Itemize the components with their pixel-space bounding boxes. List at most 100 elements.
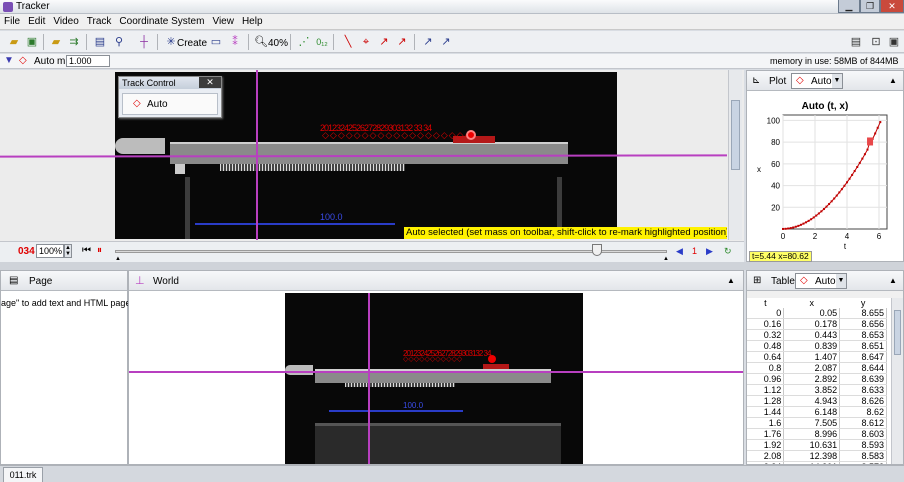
- table-cell[interactable]: 8.656: [839, 318, 887, 330]
- acceleration-icon[interactable]: ↗: [394, 34, 410, 50]
- table-cell[interactable]: 0.64: [747, 351, 785, 363]
- menu-file[interactable]: File: [0, 14, 24, 29]
- calibration-tools-icon[interactable]: ⚲: [111, 34, 127, 50]
- table-track-selector[interactable]: ◇ Auto ▼: [795, 273, 847, 289]
- table-cell[interactable]: 0.48: [747, 340, 785, 352]
- table-cell[interactable]: 0: [747, 308, 785, 319]
- track-name[interactable]: Auto: [34, 56, 55, 67]
- close-window-icon[interactable]: ✕: [880, 0, 904, 13]
- frame-slider[interactable]: [115, 250, 667, 253]
- table-row[interactable]: 1.6 7.505 8.612: [747, 417, 887, 429]
- table-tab[interactable]: Table: [771, 276, 795, 287]
- axes-icon[interactable]: ┼: [136, 34, 152, 50]
- world-tab[interactable]: World: [153, 276, 179, 287]
- trails-icon[interactable]: 0₁₂: [314, 34, 330, 50]
- mass-field[interactable]: 1.000: [66, 55, 110, 67]
- help-icon[interactable]: ▣: [886, 34, 902, 50]
- table-cell[interactable]: 8.593: [839, 439, 887, 451]
- table-cell[interactable]: 0.32: [747, 329, 785, 341]
- world-video-frame[interactable]: 20123242526272829303132 34 ◇◇◇◇◇◇◇◇◇◇◇ 1…: [285, 293, 583, 464]
- table-cell[interactable]: 1.407: [783, 351, 841, 363]
- table-row[interactable]: 1.12 3.852 8.633: [747, 384, 887, 396]
- table-cell[interactable]: 0.178: [783, 318, 841, 330]
- table-cell[interactable]: 8.612: [839, 417, 887, 429]
- table-cell[interactable]: 1.76: [747, 428, 785, 440]
- rewind-icon[interactable]: ⏮: [82, 245, 91, 256]
- scrollbar-thumb[interactable]: [731, 100, 740, 170]
- column-header-x[interactable]: x: [784, 298, 840, 308]
- table-cell[interactable]: 8.651: [839, 340, 887, 352]
- table-cell[interactable]: 1.92: [747, 439, 785, 451]
- menu-track[interactable]: Track: [83, 14, 116, 29]
- table-cell[interactable]: 0.839: [783, 340, 841, 352]
- slider-thumb[interactable]: [592, 244, 602, 256]
- table-cell[interactable]: 10.631: [783, 439, 841, 451]
- table-row[interactable]: 0.8 2.087 8.644: [747, 362, 887, 374]
- table-cell[interactable]: 8.583: [839, 450, 887, 462]
- open-folder-icon[interactable]: ▰: [6, 34, 22, 50]
- step-back-icon[interactable]: ◀: [676, 246, 683, 257]
- table-cell[interactable]: 6.148: [783, 406, 841, 418]
- tape-measure[interactable]: [195, 223, 395, 225]
- table-cell[interactable]: 0.443: [783, 329, 841, 341]
- tape-measure-icon[interactable]: ▭: [208, 34, 224, 50]
- maximize-icon[interactable]: ❐: [860, 0, 880, 13]
- plot-area[interactable]: Auto (t, x) 20 40 60 80 100 0 2 4 6 t x t=5.44 x=8…: [747, 91, 903, 262]
- path-icon[interactable]: ╲: [340, 34, 356, 50]
- table-row[interactable]: 0.32 0.443 8.653: [747, 329, 887, 341]
- table-row[interactable]: 0.64 1.407 8.647: [747, 351, 887, 363]
- labels-icon[interactable]: ↗: [438, 34, 454, 50]
- table-cell[interactable]: 3.852: [783, 384, 841, 396]
- world-collapse-icon[interactable]: ▲: [727, 276, 735, 285]
- pause-icon[interactable]: ⏸: [97, 245, 102, 256]
- menu-help[interactable]: Help: [238, 14, 267, 29]
- chevron-down-icon[interactable]: ▼: [836, 274, 846, 288]
- points-icon[interactable]: ⋰: [296, 34, 312, 50]
- table-cell[interactable]: 1.6: [747, 417, 785, 429]
- table-row[interactable]: 0.16 0.178 8.656: [747, 318, 887, 330]
- table-cell[interactable]: 8.655: [839, 308, 887, 319]
- table-cell[interactable]: 0.8: [747, 362, 785, 374]
- position-icon[interactable]: ⌖: [358, 34, 374, 50]
- import-video-icon[interactable]: ▰: [48, 34, 64, 50]
- table-row[interactable]: 2.2414.3018.572: [747, 461, 887, 464]
- zoom-spinner[interactable]: ▲ ▼: [64, 244, 72, 258]
- table-cell[interactable]: 1.44: [747, 406, 785, 418]
- menu-coordinate-system[interactable]: Coordinate System: [115, 14, 208, 29]
- menu-view[interactable]: View: [208, 14, 238, 29]
- loop-icon[interactable]: ↻: [724, 246, 732, 257]
- column-header-t[interactable]: t: [747, 298, 784, 308]
- refresh-icon[interactable]: ⊡: [868, 34, 884, 50]
- table-row[interactable]: 1.28 4.943 8.626: [747, 395, 887, 407]
- data-table-viewport[interactable]: t x y 0 0.05 8.655 0.16 0.178 8.656 0.32 0.443 8…: [747, 298, 891, 464]
- export-icon[interactable]: ⇉: [66, 34, 82, 50]
- table-cell[interactable]: 8.626: [839, 395, 887, 407]
- table-cell[interactable]: 8.603: [839, 428, 887, 440]
- table-cell[interactable]: 8.644: [839, 362, 887, 374]
- table-row[interactable]: 1.44 6.148 8.62: [747, 406, 887, 418]
- create-button[interactable]: Create: [177, 38, 207, 49]
- file-tab[interactable]: 011.trk: [3, 467, 43, 482]
- table-cell[interactable]: 0.96: [747, 373, 785, 385]
- table-cell[interactable]: 2.087: [783, 362, 841, 374]
- step-size[interactable]: 1: [692, 246, 697, 256]
- table-row[interactable]: 0 0.05 8.655: [747, 308, 887, 319]
- table-cell[interactable]: 0.05: [783, 308, 841, 319]
- plot-tab[interactable]: Plot: [769, 76, 786, 87]
- zoom-level[interactable]: 40%: [268, 38, 288, 49]
- selected-position-marker[interactable]: [466, 130, 476, 140]
- table-row[interactable]: 1.76 8.996 8.603: [747, 428, 887, 440]
- table-cell[interactable]: 8.653: [839, 329, 887, 341]
- menu-video[interactable]: Video: [49, 14, 82, 29]
- plot-track-selector[interactable]: ◇ Auto ▼: [791, 73, 843, 89]
- table-cell[interactable]: 2.892: [783, 373, 841, 385]
- protractor-icon[interactable]: ⁑: [227, 34, 243, 50]
- notes-icon[interactable]: ▤: [848, 34, 864, 50]
- table-row[interactable]: 0.48 0.839 8.651: [747, 340, 887, 352]
- table-cell[interactable]: 0.16: [747, 318, 785, 330]
- footprint-icon[interactable]: ↗: [420, 34, 436, 50]
- chevron-down-icon[interactable]: ▼: [832, 74, 842, 88]
- track-control-auto-button[interactable]: ◇ Auto: [122, 93, 218, 115]
- table-cell[interactable]: 12.398: [783, 450, 841, 462]
- clip-settings-icon[interactable]: ▤: [92, 34, 108, 50]
